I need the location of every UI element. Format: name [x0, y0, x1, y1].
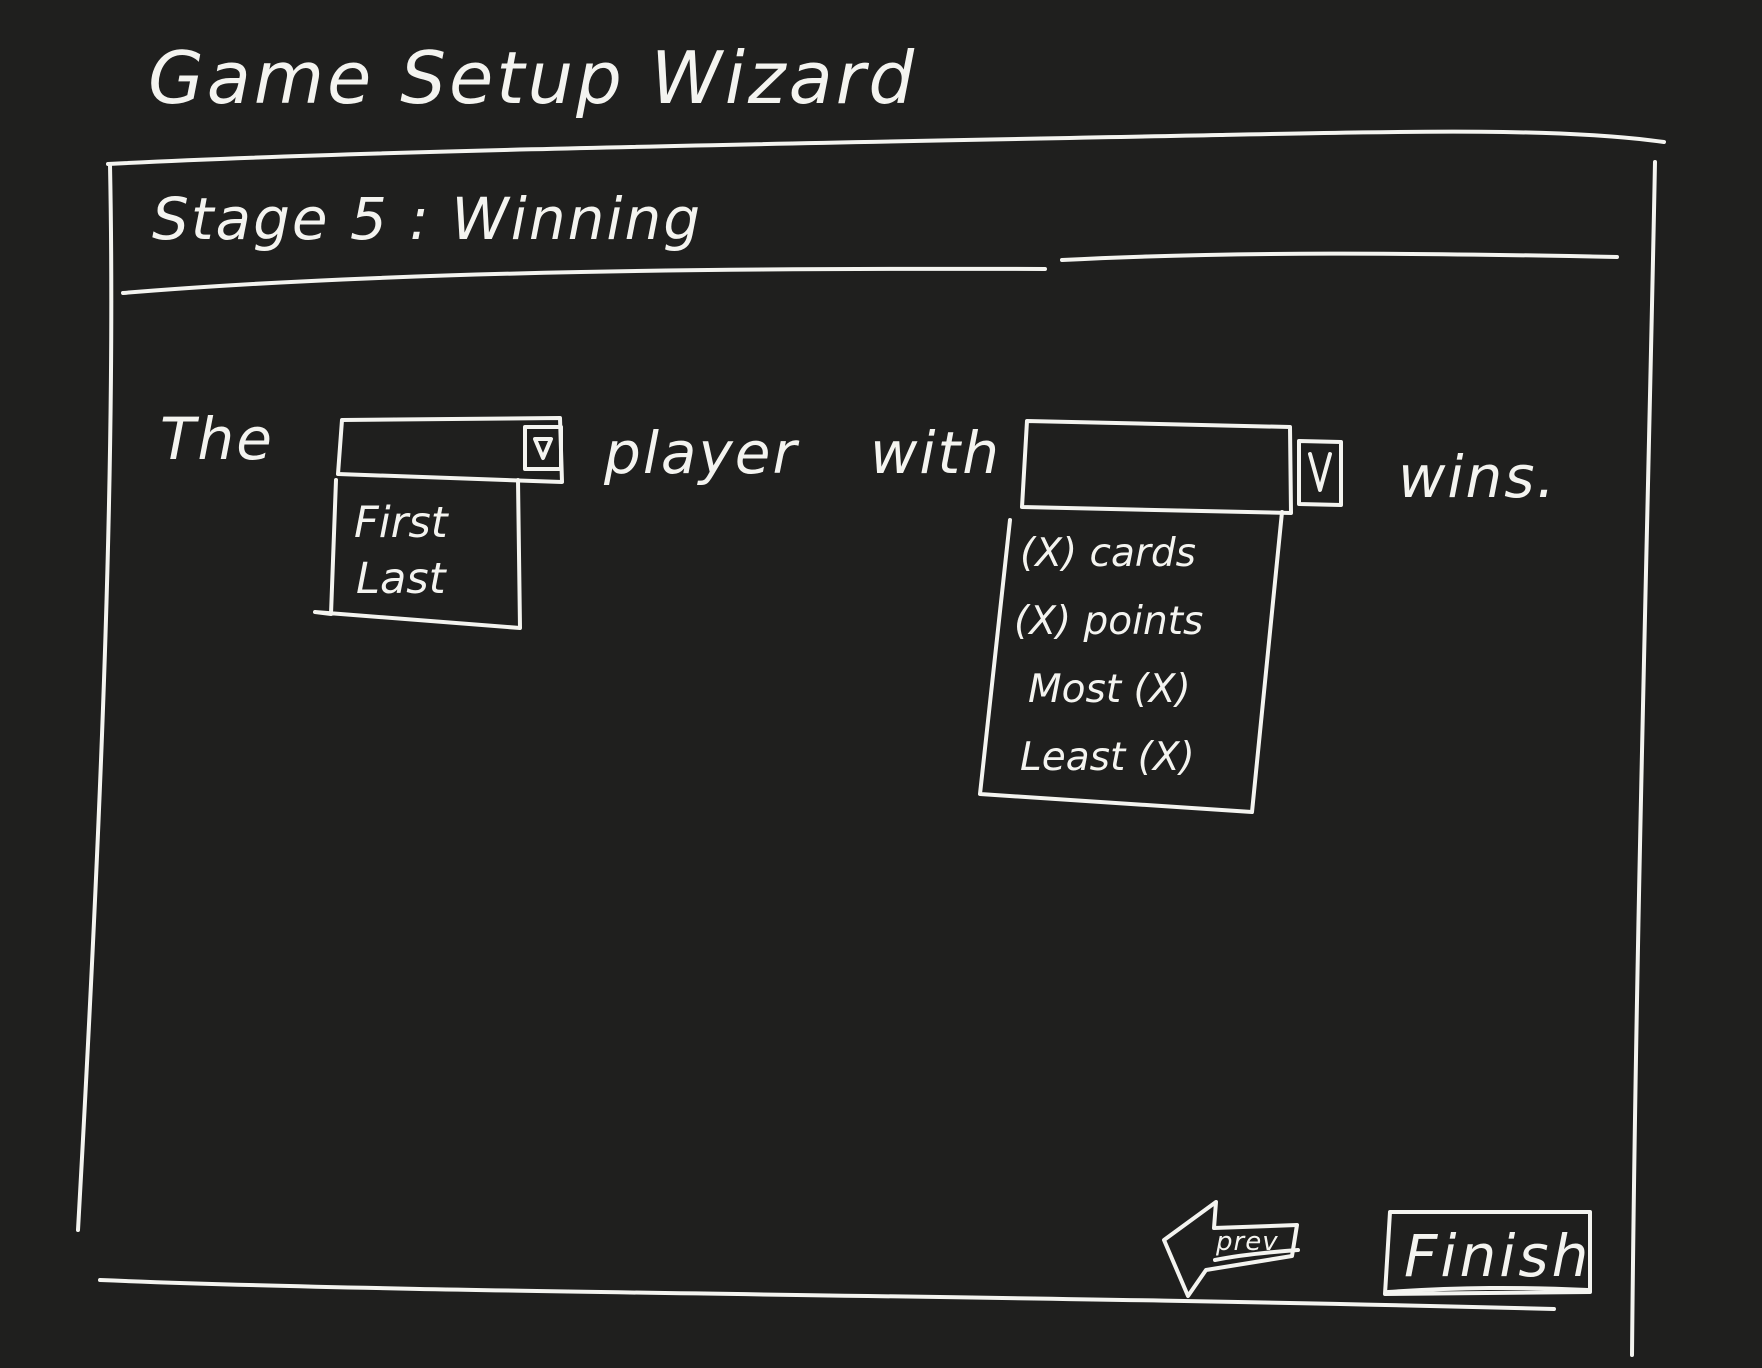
condition-option-cards[interactable]: (X) cards [1020, 534, 1196, 573]
window-left-border [76, 163, 114, 1232]
finish-button-label: Finish [1404, 1222, 1592, 1290]
condition-option-points[interactable]: (X) points [1014, 602, 1203, 641]
condition-option-most[interactable]: Most (X) [1028, 670, 1191, 709]
position-options-list: First Last [334, 486, 516, 622]
position-option-first[interactable]: First [354, 502, 448, 545]
sentence-suffix: wins. [1398, 443, 1557, 511]
sentence-middle-player: player [604, 419, 799, 487]
condition-dropdown-button[interactable] [1296, 438, 1344, 508]
header-divider-right [1060, 251, 1619, 262]
finish-button[interactable]: Finish [1386, 1208, 1592, 1294]
chevron-down-icon [523, 425, 563, 471]
stage-title: Stage 5 : Winning [152, 185, 703, 253]
prev-button[interactable]: prev [1166, 1198, 1316, 1298]
chevron-down-icon [1297, 439, 1343, 507]
prev-button-label: prev [1216, 1227, 1279, 1257]
position-dropdown-button[interactable] [522, 424, 564, 472]
header-divider-left [121, 266, 1047, 295]
position-option-last[interactable]: Last [356, 558, 446, 601]
condition-options-list: (X) cards (X) points Most (X) Least (X) [992, 520, 1292, 802]
sentence-middle-with: with [870, 419, 1002, 487]
window-right-border [1630, 160, 1657, 1357]
app-title: Game Setup Wizard [148, 36, 918, 120]
condition-select[interactable] [1020, 420, 1340, 512]
condition-option-least[interactable]: Least (X) [1020, 738, 1195, 777]
sentence-prefix: The [160, 405, 274, 473]
window-top-border [106, 129, 1666, 166]
window-bottom-border [98, 1278, 1556, 1311]
